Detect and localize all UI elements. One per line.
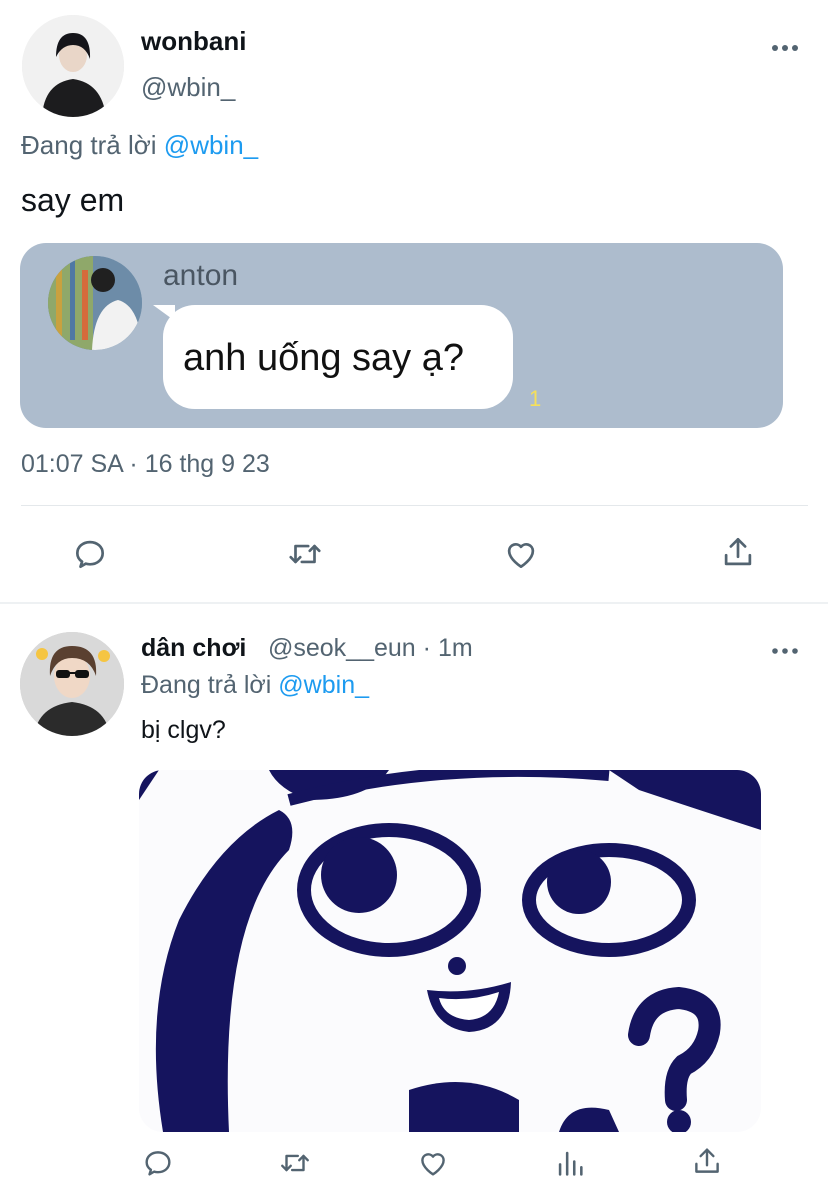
replying-to-label: Đang trả lời <box>141 671 272 699</box>
avatar[interactable] <box>20 632 124 736</box>
timestamp[interactable]: 01:07 SA · 16 thg 9 23 <box>21 450 270 479</box>
user-handle-and-time: @seok__eun · 1m <box>268 634 473 663</box>
retweet-icon[interactable] <box>277 1146 313 1180</box>
replying-to: Đang trả lời @wbin_ <box>21 130 258 161</box>
user-handle[interactable]: @wbin_ <box>141 72 235 103</box>
views-icon[interactable] <box>553 1146 587 1180</box>
section-divider <box>0 602 828 604</box>
share-icon[interactable] <box>719 533 757 571</box>
replying-to: Đang trả lời @wbin_ <box>141 671 369 700</box>
display-name[interactable]: dân chơi <box>141 634 246 663</box>
unread-count: 1 <box>529 386 542 411</box>
share-icon[interactable] <box>690 1144 724 1178</box>
message-text: anh uống say ạ? <box>183 337 465 379</box>
user-handle[interactable]: @seok__eun <box>268 634 416 662</box>
heart-icon[interactable] <box>416 1146 450 1180</box>
heart-icon[interactable] <box>502 535 540 573</box>
more-icon[interactable] <box>770 38 800 58</box>
reply-icon[interactable] <box>141 1146 175 1180</box>
display-name[interactable]: wonbani <box>141 26 246 57</box>
quoted-name: anton <box>163 259 239 292</box>
replying-to-label: Đang trả lời <box>21 130 157 160</box>
tweet-text: bị clgv? <box>141 716 226 744</box>
more-icon[interactable] <box>770 643 800 659</box>
quoted-avatar <box>48 256 142 350</box>
tweet-time[interactable]: · 1m <box>423 634 473 662</box>
attached-image[interactable]: anton anh uống say ạ? 1 <box>20 243 783 428</box>
replying-to-handle[interactable]: @wbin_ <box>278 671 369 699</box>
divider <box>21 505 808 506</box>
meme-image[interactable] <box>139 770 761 1132</box>
replying-to-handle[interactable]: @wbin_ <box>164 130 258 160</box>
avatar[interactable] <box>22 15 124 117</box>
reply-icon[interactable] <box>71 535 109 573</box>
tweet-text: say em <box>21 182 125 218</box>
retweet-icon[interactable] <box>285 535 325 573</box>
